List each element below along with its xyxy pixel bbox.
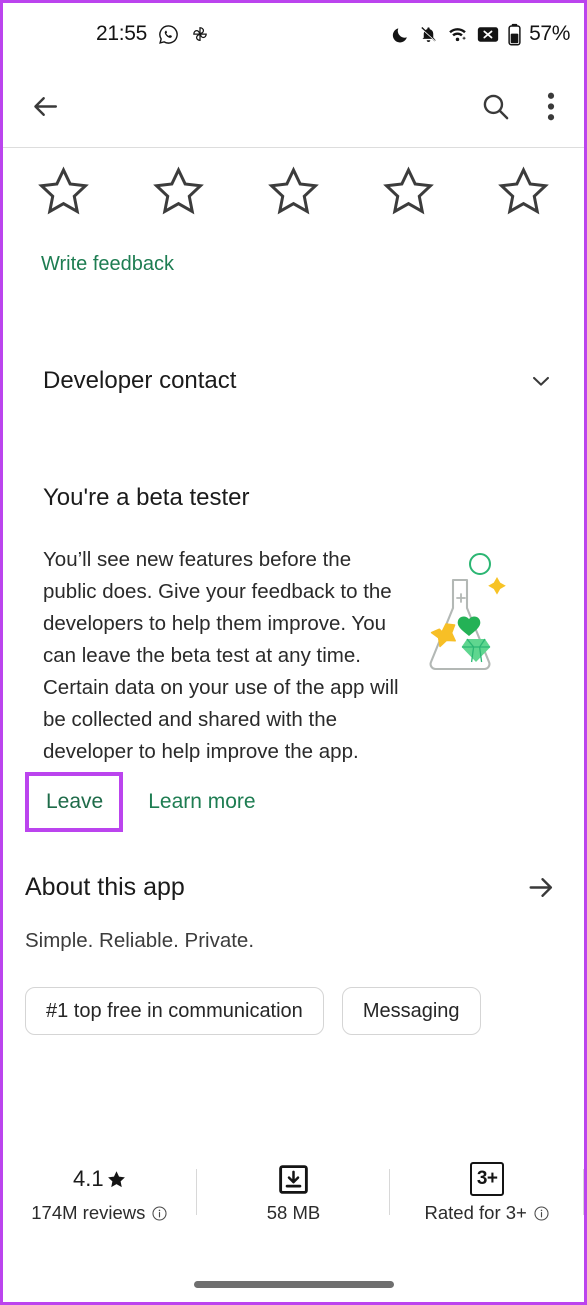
stat-rated-for-label: Rated for 3+ <box>424 1202 527 1223</box>
beta-tester-actions: Leave Learn more <box>3 772 584 832</box>
stat-separator <box>583 1169 584 1215</box>
whatsapp-icon <box>158 24 179 45</box>
pinwheel-icon <box>190 24 210 44</box>
learn-more-link[interactable]: Learn more <box>148 790 255 814</box>
battery-icon <box>508 23 521 46</box>
about-this-app-title: About this app <box>25 873 185 901</box>
stat-size-top <box>278 1163 309 1195</box>
stat-content-rating: 3+ Rated for 3+ <box>390 1162 584 1224</box>
status-bar-clock: 21:55 <box>96 22 148 45</box>
star-outline-icon-2[interactable] <box>151 164 206 219</box>
do-not-disturb-moon-icon <box>391 25 410 44</box>
wifi-icon <box>447 24 468 45</box>
developer-contact-row[interactable]: Developer contact <box>3 352 584 410</box>
app-tag-chips: #1 top free in communication Messaging <box>3 987 584 1035</box>
stat-rating-bottom: 174M reviews <box>31 1202 168 1224</box>
about-this-app-row[interactable]: About this app <box>3 872 584 903</box>
arrow-right-icon[interactable] <box>525 872 556 903</box>
beta-tester-body-row: You’ll see new features before the publi… <box>3 544 584 768</box>
phone-screen: 21:55 57% Write feedback Developer conta… <box>0 0 587 1305</box>
stat-reviews-label: 174M reviews <box>31 1202 146 1223</box>
stat-size-label: 58 MB <box>266 1202 321 1223</box>
app-stats-row: 4.1 174M reviews 58 MB 3+ Rated for 3+ <box>3 1162 584 1224</box>
star-filled-icon <box>106 1169 127 1190</box>
battery-percent-label: 57% <box>529 22 570 45</box>
star-outline-icon-4[interactable] <box>381 164 436 219</box>
about-this-app-subtitle: Simple. Reliable. Private. <box>25 929 255 952</box>
status-bar-right: 57% <box>391 22 570 46</box>
stat-content-rating-bottom: Rated for 3+ <box>425 1202 550 1224</box>
rate-this-app-stars <box>3 148 584 219</box>
beta-flask-illustration <box>409 550 521 685</box>
stat-rating-top: 4.1 <box>73 1163 127 1195</box>
download-box-icon <box>278 1164 309 1195</box>
stat-content-rating-top: 3+ <box>470 1162 505 1196</box>
star-outline-icon-1[interactable] <box>36 164 91 219</box>
write-feedback-link[interactable]: Write feedback <box>41 253 174 276</box>
stat-size-bottom: 58 MB <box>267 1202 320 1224</box>
no-sim-x-icon <box>477 26 499 43</box>
chip-messaging[interactable]: Messaging <box>341 987 481 1035</box>
star-outline-icon-3[interactable] <box>266 164 321 219</box>
leave-button[interactable]: Leave <box>25 772 124 832</box>
stat-size: 58 MB <box>197 1163 391 1224</box>
beta-tester-description: You’ll see new features before the publi… <box>43 548 399 763</box>
status-bar: 21:55 57% <box>3 3 584 65</box>
leave-button-label: Leave <box>46 790 104 813</box>
app-toolbar <box>3 65 584 147</box>
status-bar-left: 21:55 <box>96 22 210 46</box>
home-gesture-bar[interactable] <box>193 1281 394 1288</box>
back-arrow-icon[interactable] <box>30 91 61 122</box>
overflow-menu-icon[interactable] <box>547 91 555 122</box>
info-icon[interactable] <box>533 1205 550 1222</box>
write-feedback-link-wrap: Write feedback <box>3 219 584 276</box>
chip-top-free[interactable]: #1 top free in communication <box>25 987 324 1035</box>
beta-tester-title: You're a beta tester <box>43 484 250 511</box>
age-rating-badge: 3+ <box>470 1162 505 1196</box>
stat-rating: 4.1 174M reviews <box>3 1163 197 1224</box>
stat-rating-value: 4.1 <box>73 1166 104 1191</box>
search-icon[interactable] <box>480 91 511 122</box>
chevron-down-icon[interactable] <box>528 368 554 394</box>
developer-contact-label: Developer contact <box>43 367 237 394</box>
info-icon[interactable] <box>151 1205 168 1222</box>
page-content: Write feedback Developer contact You're … <box>3 148 584 1302</box>
toolbar-actions <box>480 91 555 122</box>
star-outline-icon-5[interactable] <box>496 164 551 219</box>
notifications-muted-bell-icon <box>419 25 438 44</box>
